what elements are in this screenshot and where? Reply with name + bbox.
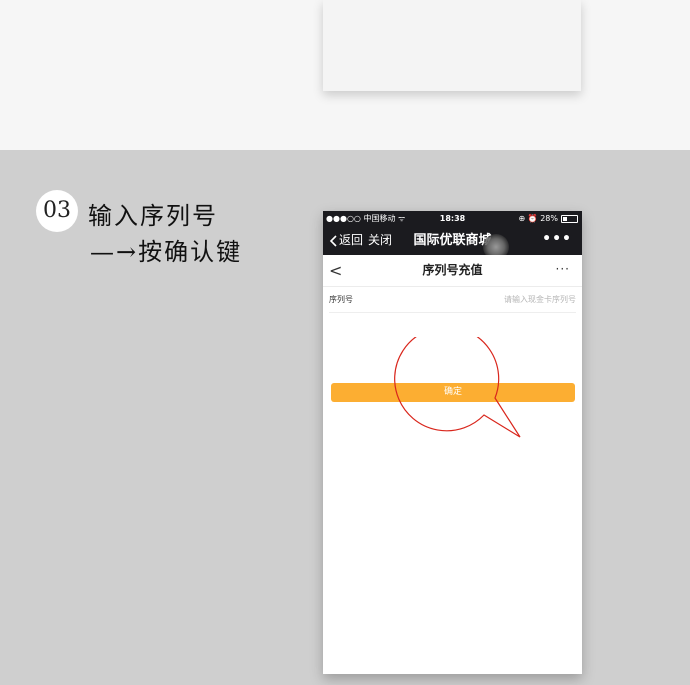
status-bar: ●●●○○ 中国移动 ᯤ 18:38 ⊕ ⏰ 28% — [323, 211, 582, 226]
page-title: 序列号充值 — [422, 263, 483, 277]
serial-number-row: 序列号 — [329, 287, 576, 313]
serial-number-input[interactable] — [436, 292, 576, 307]
step-number-badge: 03 — [36, 190, 78, 232]
previous-step-card — [323, 0, 581, 91]
top-section-background — [0, 0, 690, 150]
wechat-nav-bar: 返回 关闭 国际优联商城 ••• — [323, 226, 582, 260]
callout-highlight-icon — [394, 337, 521, 438]
serial-number-label: 序列号 — [329, 295, 353, 304]
step-instruction-line-2: —→按确认键 — [90, 238, 243, 266]
battery-percent: ⊕ ⏰ 28% — [518, 214, 558, 223]
step-instruction-line-1: 输入序列号 — [88, 202, 218, 230]
status-right: ⊕ ⏰ 28% — [518, 211, 578, 226]
more-options-button[interactable]: ••• — [542, 226, 572, 255]
page-more-button[interactable]: ··· — [556, 255, 570, 283]
battery-icon — [561, 214, 578, 223]
page-header: < 序列号充值 ··· — [323, 255, 582, 287]
